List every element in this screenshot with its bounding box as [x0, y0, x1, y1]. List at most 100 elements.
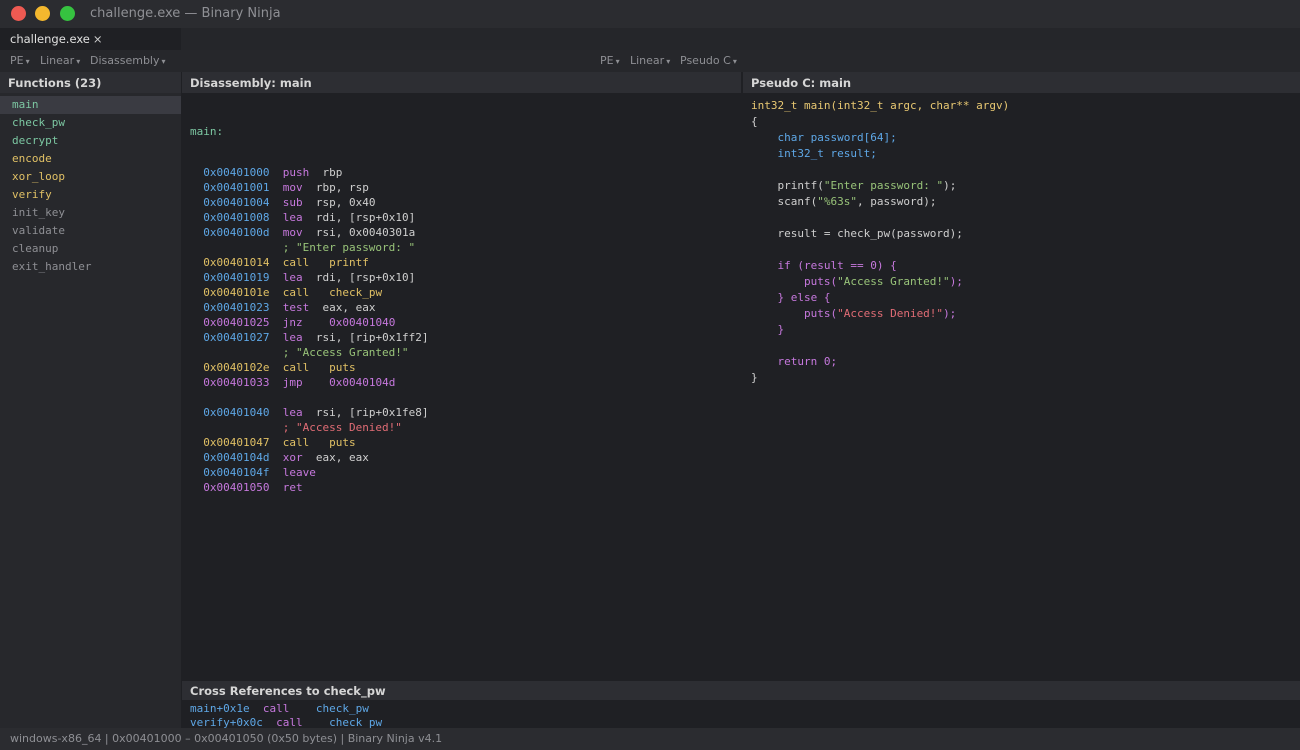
comment-text: ; "Enter password: ": [282, 241, 416, 254]
instruction-address[interactable]: 0x00401027: [203, 331, 269, 344]
instruction-address[interactable]: 0x00401047: [203, 436, 269, 449]
chevron-down-icon: ▾: [732, 57, 737, 66]
function-item-xor-loop[interactable]: xor_loop: [0, 168, 181, 186]
instruction-line[interactable]: 0x0040101e call check_pw: [190, 285, 741, 300]
pseudo-c-line[interactable]: [751, 210, 1300, 226]
code-token: } else {: [751, 291, 831, 304]
pseudo-c-code[interactable]: int32_t main(int32_t argc, char** argv) {…: [743, 93, 1300, 386]
tab-challenge-exe[interactable]: challenge.exe ×: [0, 28, 181, 50]
left-format-dropdown[interactable]: PE ▾: [10, 54, 30, 67]
disassembly-code[interactable]: main: 0x00401000 push rbp 0x00401001 mov…: [182, 93, 741, 495]
instruction-address[interactable]: 0x00401040: [203, 406, 269, 419]
instruction-line[interactable]: 0x00401019 lea rdi, [rsp+0x10]: [190, 270, 741, 285]
left-view-dropdown[interactable]: Disassembly ▾: [90, 54, 166, 67]
instruction-address[interactable]: 0x0040101e: [203, 286, 269, 299]
function-item-exit-handler[interactable]: exit_handler: [0, 258, 181, 276]
pseudo-c-line[interactable]: if (result == 0) {: [751, 258, 1300, 274]
pseudo-c-line[interactable]: puts("Access Granted!");: [751, 274, 1300, 290]
right-view-dropdown[interactable]: Pseudo C ▾: [680, 54, 737, 67]
instruction-line[interactable]: 0x0040100d mov rsi, 0x0040301a: [190, 225, 741, 240]
left-layout-dropdown[interactable]: Linear ▾: [40, 54, 80, 67]
instruction-operands: rbp, rsp: [315, 181, 369, 194]
pseudo-c-line[interactable]: int32_t main(int32_t argc, char** argv): [751, 98, 1300, 114]
pseudo-c-line[interactable]: char password[64];: [751, 130, 1300, 146]
call-target[interactable]: check_pw: [329, 286, 382, 299]
pseudo-c-line[interactable]: [751, 242, 1300, 258]
instruction-operands: rsi, [rip+0x1ff2]: [315, 331, 429, 344]
instruction-line[interactable]: 0x00401004 sub rsp, 0x40: [190, 195, 741, 210]
pseudo-c-line[interactable]: }: [751, 370, 1300, 386]
cross-references-panel: Cross References to check_pw main+0x1e c…: [182, 681, 1300, 729]
pseudo-c-line[interactable]: {: [751, 114, 1300, 130]
instruction-address[interactable]: 0x00401008: [203, 211, 269, 224]
view-options-bar: PE ▾ Linear ▾ Disassembly ▾ PE ▾ Linear ▾ Pse…: [0, 50, 1300, 72]
function-item-decrypt[interactable]: decrypt: [0, 132, 181, 150]
instruction-line[interactable]: 0x00401014 call printf: [190, 255, 741, 270]
instruction-line[interactable]: 0x00401000 push rbp: [190, 165, 741, 180]
maximize-window-button[interactable]: [60, 6, 75, 21]
instruction-line[interactable]: 0x00401025 jnz 0x00401040: [190, 315, 741, 330]
instruction-address[interactable]: 0x00401004: [203, 196, 269, 209]
function-item-validate[interactable]: validate: [0, 222, 181, 240]
pseudo-c-line[interactable]: } else {: [751, 290, 1300, 306]
code-token: char password[64];: [777, 131, 897, 144]
pseudo-c-line[interactable]: [751, 338, 1300, 354]
instruction-line[interactable]: 0x00401023 test eax, eax: [190, 300, 741, 315]
instruction-address[interactable]: 0x0040104d: [203, 451, 269, 464]
code-token: }: [751, 371, 758, 384]
pseudo-c-line[interactable]: int32_t result;: [751, 146, 1300, 162]
call-target[interactable]: printf: [329, 256, 369, 269]
right-layout-dropdown[interactable]: Linear ▾: [630, 54, 670, 67]
instruction-address[interactable]: 0x00401025: [203, 316, 269, 329]
pseudo-c-line[interactable]: [751, 162, 1300, 178]
xref-item[interactable]: main+0x1e call check_pw: [182, 702, 1300, 716]
function-item-init-key[interactable]: init_key: [0, 204, 181, 222]
instruction-operands: rsp, 0x40: [315, 196, 376, 209]
instruction-line[interactable]: 0x0040104f leave: [190, 465, 741, 480]
instruction-address[interactable]: 0x00401050: [203, 481, 269, 494]
instruction-address[interactable]: 0x00401001: [203, 181, 269, 194]
instruction-line[interactable]: 0x00401027 lea rsi, [rip+0x1ff2]: [190, 330, 741, 345]
disassembly-panel: Disassembly: main main: 0x00401000 push …: [182, 72, 741, 680]
instruction-address[interactable]: 0x0040104f: [203, 466, 269, 479]
instruction-line[interactable]: 0x0040104d xor eax, eax: [190, 450, 741, 465]
instruction-address[interactable]: 0x00401023: [203, 301, 269, 314]
instruction-line[interactable]: 0x00401040 lea rsi, [rip+0x1fe8]: [190, 405, 741, 420]
jump-target[interactable]: 0x00401040: [329, 316, 395, 329]
functions-panel: Functions (23) main check_pw decrypt encode…: [0, 72, 181, 728]
minimize-window-button[interactable]: [35, 6, 50, 21]
instruction-address[interactable]: 0x00401014: [203, 256, 269, 269]
instruction-address[interactable]: 0x0040102e: [203, 361, 269, 374]
instruction-address[interactable]: 0x0040100d: [203, 226, 269, 239]
instruction-line[interactable]: 0x0040102e call puts: [190, 360, 741, 375]
jump-target[interactable]: 0x0040104d: [329, 376, 395, 389]
pseudo-c-line[interactable]: printf("Enter password: ");: [751, 178, 1300, 194]
close-tab-icon[interactable]: ×: [93, 32, 103, 46]
instruction-address[interactable]: 0x00401033: [203, 376, 269, 389]
right-format-dropdown[interactable]: PE ▾: [600, 54, 620, 67]
call-target[interactable]: puts: [329, 361, 356, 374]
instruction-line[interactable]: 0x00401008 lea rdi, [rsp+0x10]: [190, 210, 741, 225]
code-token: "Access Granted!": [837, 275, 950, 288]
call-target[interactable]: puts: [329, 436, 356, 449]
close-window-button[interactable]: [11, 6, 26, 21]
instruction-address[interactable]: 0x00401000: [203, 166, 269, 179]
function-item-main[interactable]: main: [0, 96, 181, 114]
instruction-line[interactable]: 0x00401001 mov rbp, rsp: [190, 180, 741, 195]
instruction-operands: eax, eax: [315, 451, 369, 464]
pseudo-c-line[interactable]: return 0;: [751, 354, 1300, 370]
code-token: if (result == 0) {: [751, 259, 897, 272]
instruction-line[interactable]: 0x00401047 call puts: [190, 435, 741, 450]
pseudo-c-line[interactable]: puts("Access Denied!");: [751, 306, 1300, 322]
function-item-verify[interactable]: verify: [0, 186, 181, 204]
function-item-cleanup[interactable]: cleanup: [0, 240, 181, 258]
instruction-address[interactable]: 0x00401019: [203, 271, 269, 284]
pseudo-c-line[interactable]: result = check_pw(password);: [751, 226, 1300, 242]
pseudo-c-line[interactable]: scanf("%63s", password);: [751, 194, 1300, 210]
function-item-encode[interactable]: encode: [0, 150, 181, 168]
instruction-mnemonic: push: [282, 166, 310, 179]
instruction-line[interactable]: 0x00401033 jmp 0x0040104d: [190, 375, 741, 390]
function-item-check-pw[interactable]: check_pw: [0, 114, 181, 132]
pseudo-c-line[interactable]: }: [751, 322, 1300, 338]
instruction-line[interactable]: 0x00401050 ret: [190, 480, 741, 495]
